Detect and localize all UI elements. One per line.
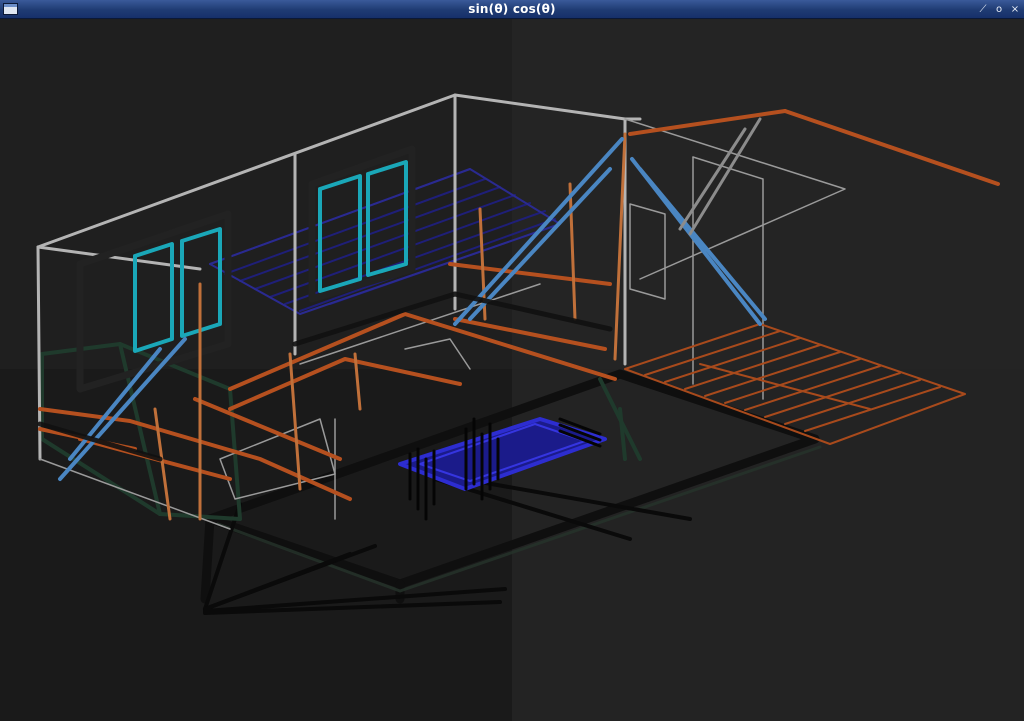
minimize-icon[interactable]: ⟋	[978, 0, 988, 19]
3d-viewport[interactable]	[0, 19, 1024, 721]
title-bar[interactable]: sin(θ) cos(θ) ⟋ o ×	[0, 0, 1024, 19]
window-controls: ⟋ o ×	[978, 0, 1020, 19]
app-window: sin(θ) cos(θ) ⟋ o ×	[0, 0, 1024, 721]
close-icon[interactable]: ×	[1010, 0, 1020, 19]
background-quadrant	[0, 369, 512, 721]
maximize-icon[interactable]: o	[994, 0, 1004, 19]
window-title: sin(θ) cos(θ)	[468, 2, 556, 16]
